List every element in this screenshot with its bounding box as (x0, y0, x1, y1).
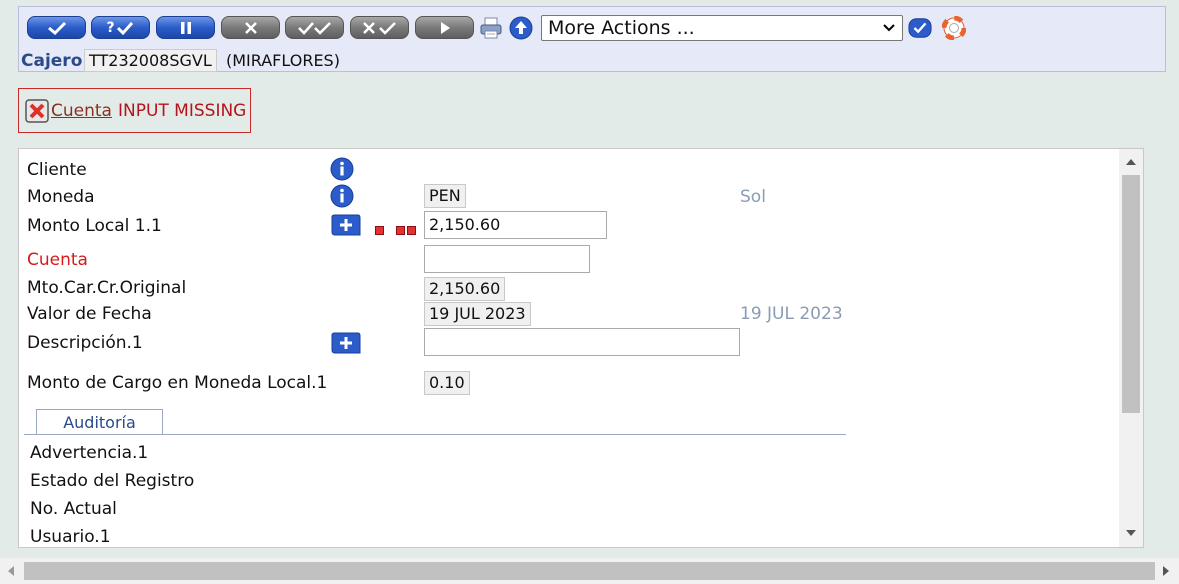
audit-item: Usuario.1 (30, 527, 111, 547)
fecha-value: 19 JUL 2023 (424, 302, 531, 326)
info-icon[interactable] (330, 184, 354, 208)
error-icon (25, 98, 49, 123)
scroll-right-arrow-icon[interactable] (1163, 566, 1169, 576)
error-text: INPUT MISSING (117, 100, 247, 121)
error-message-box: Cuenta INPUT MISSING (18, 88, 251, 133)
info-icon[interactable] (330, 157, 354, 181)
error-field-link[interactable]: Cuenta (51, 101, 112, 121)
cajero-label: Cajero (21, 51, 83, 71)
audit-item: No. Actual (30, 499, 117, 519)
more-actions-dropdown[interactable]: More Actions ... (541, 15, 903, 41)
printer-icon (480, 17, 502, 39)
marker-square-icon (375, 226, 384, 235)
commit-button[interactable] (27, 16, 86, 39)
moneda-label: Moneda (27, 187, 95, 207)
audit-item: Estado del Registro (30, 471, 195, 491)
cuenta-input[interactable] (424, 245, 590, 273)
cargo-label: Monto de Cargo en Moneda Local.1 (27, 373, 328, 393)
mto-label: Mto.Car.Cr.Original (27, 278, 187, 298)
expand-plus-icon[interactable] (330, 214, 361, 236)
marker-square-icon (407, 226, 416, 235)
question-label: ? (106, 19, 115, 36)
fecha-label: Valor de Fecha (27, 304, 152, 324)
upload-button[interactable] (509, 16, 533, 40)
check-icon (908, 18, 932, 38)
marker-square-icon (396, 226, 405, 235)
next-button[interactable] (415, 16, 474, 39)
toolbar: ? More Actions ... Cajero TT232008SGVL (… (18, 6, 1166, 72)
descripcion-input[interactable] (424, 328, 740, 356)
question-check-icon (116, 21, 133, 35)
moneda-description: Sol (740, 187, 766, 207)
play-icon (440, 21, 450, 34)
scroll-down-arrow-icon[interactable] (1126, 530, 1136, 536)
form-panel: Cliente Moneda PEN Sol Monto Local 1.1 2… (18, 148, 1144, 548)
vertical-scroll-thumb[interactable] (1122, 175, 1140, 413)
delete-button[interactable] (221, 16, 280, 39)
go-button[interactable] (908, 16, 932, 40)
authorise-button[interactable] (285, 16, 344, 39)
cajero-value: TT232008SGVL (84, 49, 217, 72)
audit-item: Advertencia.1 (30, 443, 149, 463)
validate-button[interactable]: ? (91, 16, 150, 39)
hold-button[interactable] (156, 16, 215, 39)
double-check-icon (297, 21, 331, 35)
x-icon (244, 21, 257, 34)
monto-label: Monto Local 1.1 (27, 216, 162, 236)
vertical-scrollbar[interactable] (1119, 149, 1143, 547)
pause-icon (180, 21, 191, 34)
x-check-icon (362, 21, 396, 35)
descripcion-label: Descripción.1 (27, 333, 143, 353)
cargo-value: 0.10 (424, 371, 470, 395)
chevron-down-icon (883, 24, 895, 32)
monto-input[interactable]: 2,150.60 (424, 211, 607, 239)
lifebuoy-icon (942, 16, 966, 40)
cajero-location: (MIRAFLORES) (226, 51, 340, 70)
fecha-description: 19 JUL 2023 (740, 304, 843, 324)
horizontal-scroll-thumb[interactable] (24, 562, 1155, 580)
help-button[interactable] (942, 16, 966, 40)
horizontal-scrollbar[interactable] (0, 558, 1179, 584)
up-arrow-icon (509, 16, 533, 40)
more-actions-value: More Actions ... (548, 17, 695, 39)
tab-auditoria[interactable]: Auditoría (36, 409, 163, 435)
scroll-up-arrow-icon[interactable] (1126, 159, 1136, 165)
tab-divider (24, 434, 846, 435)
cuenta-label: Cuenta (27, 250, 88, 270)
mto-value: 2,150.60 (424, 277, 506, 301)
check-icon (47, 21, 66, 35)
scroll-left-arrow-icon[interactable] (8, 566, 14, 576)
expand-plus-icon[interactable] (330, 332, 361, 354)
print-button[interactable] (479, 16, 503, 40)
moneda-value: PEN (424, 184, 466, 208)
cliente-label: Cliente (27, 160, 87, 180)
reverse-button[interactable] (350, 16, 409, 39)
